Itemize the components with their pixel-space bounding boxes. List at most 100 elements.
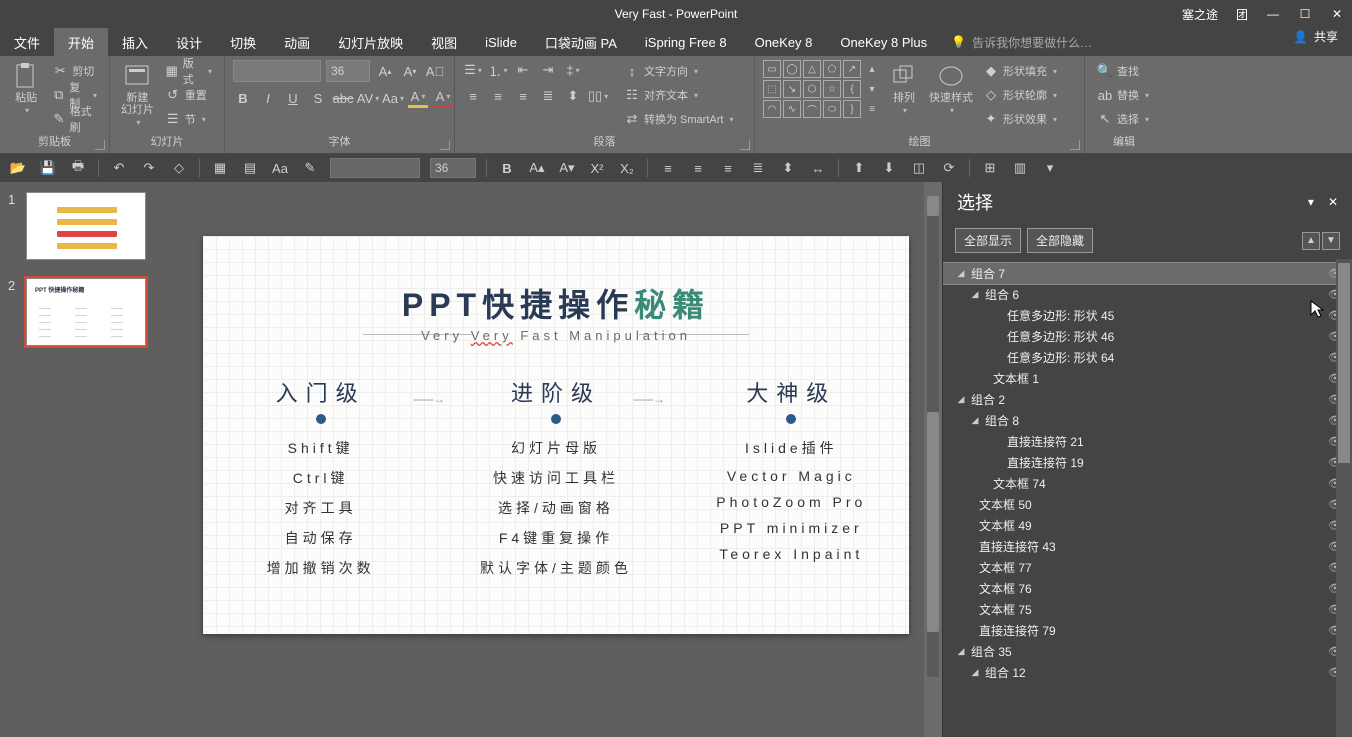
align-right-button[interactable]: ≡ — [513, 86, 533, 106]
numbering-button[interactable]: ⒈▾ — [488, 60, 508, 80]
tab-iSlide[interactable]: iSlide — [471, 28, 531, 56]
text-direction-button[interactable]: ↕文字方向▾ — [620, 60, 737, 82]
qat-font-combo[interactable] — [330, 158, 420, 178]
qat-master[interactable]: ▤ — [240, 158, 260, 178]
show-all-button[interactable]: 全部显示 — [955, 228, 1021, 253]
slide-column[interactable]: 进阶级幻灯片母版快速访问工具栏选择/动画窗格F4键重复操作默认字体/主题颜色 — [456, 376, 656, 588]
tree-item[interactable]: 任意多边形: 形状 46👁 — [943, 326, 1352, 347]
align-text-button[interactable]: ☷对齐文本▾ — [620, 84, 737, 106]
select-button[interactable]: ↖选择▾ — [1093, 108, 1153, 130]
font-launcher[interactable] — [440, 140, 450, 150]
tree-item[interactable]: 文本框 49👁 — [943, 515, 1352, 536]
qat-send[interactable]: ⬇ — [879, 158, 899, 178]
quick-styles-button[interactable]: 快速样式▾ — [927, 60, 975, 115]
qat-super[interactable]: X² — [587, 158, 607, 178]
paragraph-launcher[interactable] — [740, 140, 750, 150]
font-size-combo[interactable]: 36 — [326, 60, 370, 82]
tab-文件[interactable]: 文件 — [0, 28, 54, 56]
highlight-button[interactable]: A▾ — [408, 88, 428, 108]
align-left-button[interactable]: ≡ — [463, 86, 483, 106]
team-label[interactable]: 团 — [1236, 6, 1248, 23]
qat-dist[interactable]: ↔ — [808, 158, 828, 178]
qat-av[interactable]: ⬍ — [778, 158, 798, 178]
qat-rotate[interactable]: ⟳ — [939, 158, 959, 178]
tab-设计[interactable]: 设计 — [162, 28, 216, 56]
share-button[interactable]: 👤共享 — [1293, 28, 1338, 45]
bold-button[interactable]: B — [233, 88, 253, 108]
slide-column[interactable]: 入门级Shift键Ctrl键对齐工具自动保存增加撤销次数 — [221, 376, 421, 588]
tab-OneKey 8 Plus[interactable]: OneKey 8 Plus — [826, 28, 941, 56]
tree-item[interactable]: ◢组合 35👁 — [943, 641, 1352, 662]
tree-item[interactable]: 直接连接符 19👁 — [943, 452, 1352, 473]
editor-scrollbar[interactable] — [924, 182, 942, 737]
tree-item[interactable]: 文本框 77👁 — [943, 557, 1352, 578]
indent-inc-button[interactable]: ⇥ — [538, 60, 558, 80]
qat-sub[interactable]: X₂ — [617, 158, 637, 178]
qat-redo[interactable]: ↷ — [139, 158, 159, 178]
tree-item[interactable]: 文本框 74👁 — [943, 473, 1352, 494]
expand-toggle[interactable]: ◢ — [969, 289, 981, 300]
tab-口袋动画 PA[interactable]: 口袋动画 PA — [531, 28, 631, 56]
qat-bring[interactable]: ⬆ — [849, 158, 869, 178]
tab-视图[interactable]: 视图 — [417, 28, 471, 56]
bullets-button[interactable]: ☰▾ — [463, 60, 483, 80]
reset-button[interactable]: ↺重置 — [161, 84, 216, 106]
tree-item[interactable]: ◢组合 12👁 — [943, 662, 1352, 683]
qat-group[interactable]: ◫ — [909, 158, 929, 178]
shrink-font-button[interactable]: A▾ — [400, 61, 420, 81]
tab-幻灯片放映[interactable]: 幻灯片放映 — [324, 28, 417, 56]
expand-toggle[interactable]: ◢ — [955, 646, 967, 657]
columns-button[interactable]: ▯▯▾ — [588, 86, 608, 106]
tell-me[interactable]: 💡告诉我你想要做什么… — [951, 28, 1092, 56]
justify-button[interactable]: ≣ — [538, 86, 558, 106]
qat-undo[interactable]: ↶ — [109, 158, 129, 178]
tree-item[interactable]: 文本框 50👁 — [943, 494, 1352, 515]
tree-item[interactable]: 文本框 75👁 — [943, 599, 1352, 620]
clipboard-launcher[interactable] — [95, 140, 105, 150]
slide-canvas[interactable]: PPT快捷操作秘籍 Very Very Fast Manipulation - … — [203, 236, 909, 634]
change-case-button[interactable]: Aa▾ — [383, 88, 403, 108]
slide-column[interactable]: 大神级Islide插件Vector MagicPhotoZoom ProPPT … — [691, 376, 891, 588]
slide-subtitle[interactable]: Very Very Fast Manipulation — [203, 328, 909, 343]
qat-al[interactable]: ≡ — [658, 158, 678, 178]
layout-button[interactable]: ▦版式▾ — [161, 60, 216, 82]
clear-format-button[interactable]: A⃠ — [425, 61, 445, 81]
pane-close-button[interactable]: ✕ — [1328, 195, 1338, 209]
tree-item[interactable]: 直接连接符 21👁 — [943, 431, 1352, 452]
close-button[interactable]: ✕ — [1330, 7, 1344, 21]
maximize-button[interactable]: ☐ — [1298, 7, 1312, 21]
hide-all-button[interactable]: 全部隐藏 — [1027, 228, 1093, 253]
underline-button[interactable]: U — [283, 88, 303, 108]
pane-scrollbar[interactable] — [1336, 259, 1352, 737]
grow-font-button[interactable]: A▴ — [375, 61, 395, 81]
qat-save[interactable]: 💾 — [38, 158, 58, 178]
distribute-button[interactable]: ⬍ — [563, 86, 583, 106]
qat-size-combo[interactable]: 36 — [430, 158, 476, 178]
line-spacing-button[interactable]: ‡▾ — [563, 60, 583, 80]
tab-插入[interactable]: 插入 — [108, 28, 162, 56]
qat-case[interactable]: Aa — [270, 158, 290, 178]
slide-editor[interactable]: PPT快捷操作秘籍 Very Very Fast Manipulation - … — [170, 182, 942, 737]
tree-item[interactable]: 文本框 76👁 — [943, 578, 1352, 599]
qat-open[interactable]: 📂 — [8, 158, 28, 178]
font-color-button[interactable]: A▾ — [433, 88, 453, 108]
qat-guides[interactable]: ▥ — [1010, 158, 1030, 178]
new-slide-button[interactable]: 新建 幻灯片 ▾ — [118, 60, 157, 127]
shape-outline-button[interactable]: ◇形状轮廓▾ — [979, 84, 1061, 106]
tree-item[interactable]: 文本框 1👁 — [943, 368, 1352, 389]
align-center-button[interactable]: ≡ — [488, 86, 508, 106]
paste-button[interactable]: 粘贴 ▾ — [8, 60, 44, 115]
expand-toggle[interactable]: ◢ — [955, 268, 967, 279]
section-button[interactable]: ☰节▾ — [161, 108, 216, 130]
drawing-launcher[interactable] — [1070, 140, 1080, 150]
indent-dec-button[interactable]: ⇤ — [513, 60, 533, 80]
format-painter-button[interactable]: ✎格式刷 — [48, 108, 101, 130]
qat-bold[interactable]: B — [497, 158, 517, 178]
qat-print[interactable]: 🖶 — [68, 158, 88, 178]
tree-item[interactable]: 任意多边形: 形状 45👁 — [943, 305, 1352, 326]
tab-开始[interactable]: 开始 — [54, 28, 108, 56]
minimize-button[interactable]: — — [1266, 7, 1280, 21]
qat-more[interactable]: ▾ — [1040, 158, 1060, 178]
qat-aj[interactable]: ≣ — [748, 158, 768, 178]
tab-动画[interactable]: 动画 — [270, 28, 324, 56]
